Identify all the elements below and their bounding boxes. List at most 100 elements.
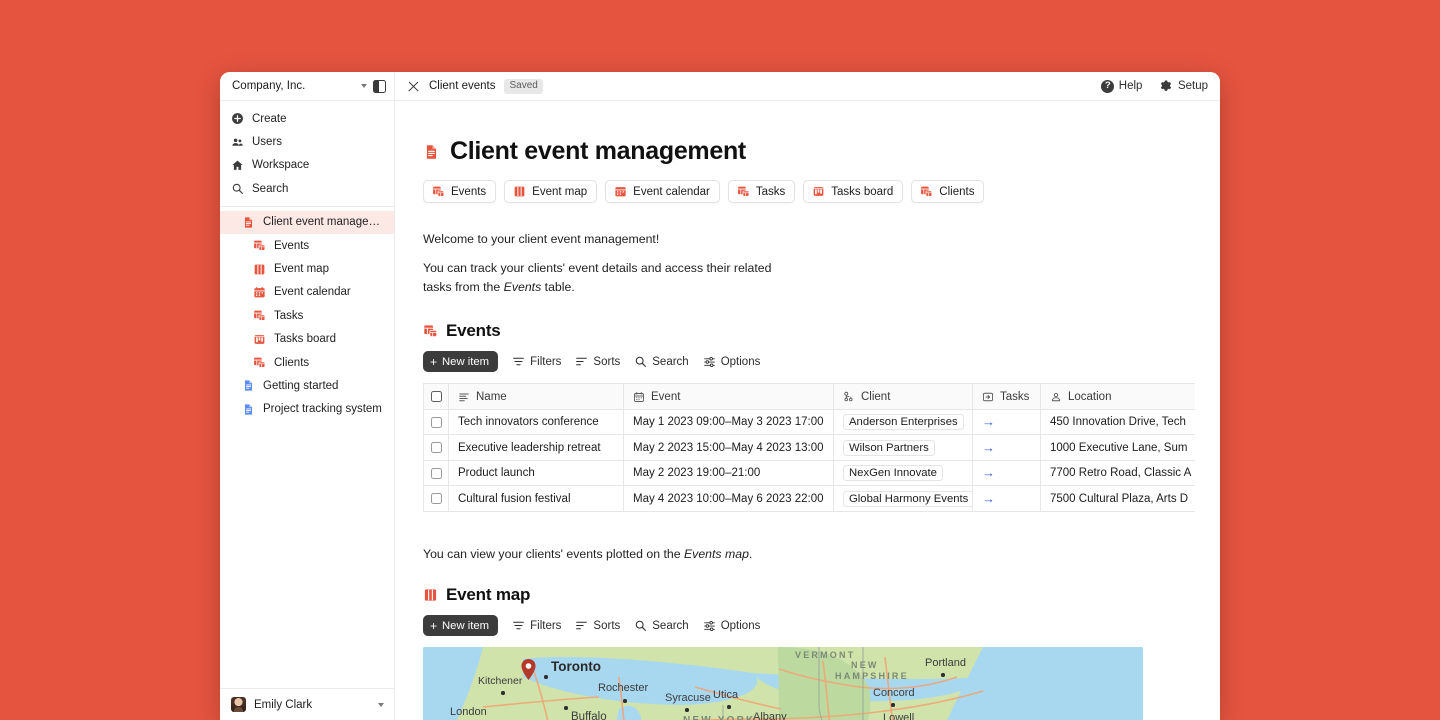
map-city-label: Toronto [551, 659, 601, 674]
chip-event-map[interactable]: Event map [504, 180, 597, 203]
sorts-button[interactable]: Sorts [575, 355, 620, 368]
cell-location[interactable]: 7500 Cultural Plaza, Arts D [1041, 486, 1196, 512]
sidebar-item-event-map[interactable]: Event map [220, 257, 394, 280]
chip-clients[interactable]: Clients [911, 180, 984, 203]
filters-button[interactable]: Filters [512, 355, 561, 368]
options-button[interactable]: Options [703, 619, 761, 632]
cell-name[interactable]: Executive leadership retreat [449, 435, 624, 461]
map-toolbar: + New item Filters [423, 615, 1220, 636]
event-map[interactable]: Toronto Kitchener London Rochester Syrac… [423, 647, 1143, 720]
help-button[interactable]: ? Help [1101, 80, 1142, 93]
close-icon[interactable] [407, 80, 420, 93]
sidebar-item-client-event-management[interactable]: Client event management [220, 211, 394, 234]
cell-client[interactable]: NexGen Innovate [834, 460, 973, 486]
status-badge: Saved [504, 79, 542, 94]
map-pin-icon[interactable] [521, 659, 536, 680]
cell-location[interactable]: 1000 Executive Lane, Sum [1041, 435, 1196, 461]
cell-name[interactable]: Tech innovators conference [449, 409, 624, 435]
search-button[interactable]: Search [634, 619, 688, 632]
cell-location[interactable]: 7700 Retro Road, Classic A [1041, 460, 1196, 486]
column-header-client[interactable]: Client [834, 384, 973, 410]
row-select-cell[interactable] [424, 486, 449, 512]
row-checkbox[interactable] [431, 442, 442, 453]
sidebar-item-tasks-board[interactable]: Tasks board [220, 328, 394, 351]
search-icon [634, 619, 647, 632]
map-section-header: Event map [423, 585, 1220, 605]
cell-event[interactable]: May 1 2023 09:00–May 3 2023 17:00 [624, 409, 834, 435]
sidebar-item-event-calendar[interactable]: Event calendar [220, 281, 394, 304]
search-button[interactable]: Search [634, 355, 688, 368]
sidebar-item-clients[interactable]: Clients [220, 351, 394, 374]
setup-button[interactable]: Setup [1159, 79, 1208, 93]
table-row[interactable]: Product launch May 2 2023 19:00–21:00 Ne… [424, 460, 1196, 486]
user-menu[interactable]: Emily Clark [220, 688, 394, 720]
map-city-label: London [450, 706, 487, 718]
select-all-cell[interactable] [424, 384, 449, 410]
sidebar-item-search[interactable]: Search [220, 177, 394, 200]
map-city-label: Albany [753, 711, 787, 720]
tasks-link-arrow-icon[interactable]: → [982, 491, 995, 506]
sidebar-item-workspace[interactable]: Workspace [220, 154, 394, 177]
sidebar-item-create[interactable]: Create [220, 107, 394, 130]
row-select-cell[interactable] [424, 409, 449, 435]
board-red-icon [812, 185, 825, 198]
map-city-label: Syracuse [665, 692, 711, 704]
new-item-button[interactable]: + New item [423, 351, 498, 372]
column-header-name[interactable]: Name [449, 384, 624, 410]
sidebar-toggle-icon[interactable] [373, 80, 386, 93]
filters-button[interactable]: Filters [512, 619, 561, 632]
sidebar-item-project-tracking-system[interactable]: Project tracking system [220, 398, 394, 421]
sidebar-item-getting-started[interactable]: Getting started [220, 374, 394, 397]
table-row[interactable]: Cultural fusion festival May 4 2023 10:0… [424, 486, 1196, 512]
cell-tasks[interactable]: → [973, 460, 1041, 486]
sidebar-scroll: Create Users [220, 101, 394, 688]
cell-client[interactable]: Anderson Enterprises [834, 409, 973, 435]
sidebar-item-tasks[interactable]: Tasks [220, 304, 394, 327]
new-item-button[interactable]: + New item [423, 615, 498, 636]
sidebar-item-label: Event calendar [274, 286, 351, 298]
column-header-location[interactable]: Location [1041, 384, 1196, 410]
table-row[interactable]: Tech innovators conference May 1 2023 09… [424, 409, 1196, 435]
cell-event[interactable]: May 4 2023 10:00–May 6 2023 22:00 [624, 486, 834, 512]
cell-tasks[interactable]: → [973, 435, 1041, 461]
cell-location[interactable]: 450 Innovation Drive, Tech [1041, 409, 1196, 435]
tasks-link-arrow-icon[interactable]: → [982, 414, 995, 429]
row-select-cell[interactable] [424, 460, 449, 486]
tasks-link-arrow-icon[interactable]: → [982, 465, 995, 480]
cell-name[interactable]: Product launch [449, 460, 624, 486]
events-section-header: Events [423, 321, 1220, 341]
select-all-checkbox[interactable] [431, 391, 442, 402]
org-name: Company, Inc. [232, 80, 355, 92]
tab-title[interactable]: Client events [429, 80, 495, 92]
cell-tasks[interactable]: → [973, 409, 1041, 435]
chip-tasks-board[interactable]: Tasks board [803, 180, 903, 203]
chip-tasks[interactable]: Tasks [728, 180, 795, 203]
avatar [231, 697, 246, 712]
row-checkbox[interactable] [431, 493, 442, 504]
row-select-cell[interactable] [424, 435, 449, 461]
plus-circle-icon [231, 112, 244, 125]
sidebar-item-users[interactable]: Users [220, 130, 394, 153]
cell-event[interactable]: May 2 2023 19:00–21:00 [624, 460, 834, 486]
cell-event[interactable]: May 2 2023 15:00–May 4 2023 13:00 [624, 435, 834, 461]
cell-client[interactable]: Wilson Partners [834, 435, 973, 461]
calendar-icon [633, 391, 645, 403]
row-checkbox[interactable] [431, 468, 442, 479]
org-switcher[interactable]: Company, Inc. [220, 72, 395, 100]
chip-event-calendar[interactable]: Event calendar [605, 180, 720, 203]
chevron-down-icon[interactable] [361, 84, 367, 88]
chevron-down-icon[interactable] [378, 703, 384, 707]
column-header-event[interactable]: Event [624, 384, 834, 410]
column-header-tasks[interactable]: Tasks [973, 384, 1041, 410]
table-row[interactable]: Executive leadership retreat May 2 2023 … [424, 435, 1196, 461]
cell-tasks[interactable]: → [973, 486, 1041, 512]
options-button[interactable]: Options [703, 355, 761, 368]
sidebar-item-events[interactable]: Events [220, 234, 394, 257]
sorts-button[interactable]: Sorts [575, 619, 620, 632]
cell-name[interactable]: Cultural fusion festival [449, 486, 624, 512]
row-checkbox[interactable] [431, 417, 442, 428]
chip-events[interactable]: Events [423, 180, 496, 203]
cell-client[interactable]: Global Harmony Events [834, 486, 973, 512]
map-desc-emphasis: Events map [684, 547, 749, 561]
tasks-link-arrow-icon[interactable]: → [982, 440, 995, 455]
